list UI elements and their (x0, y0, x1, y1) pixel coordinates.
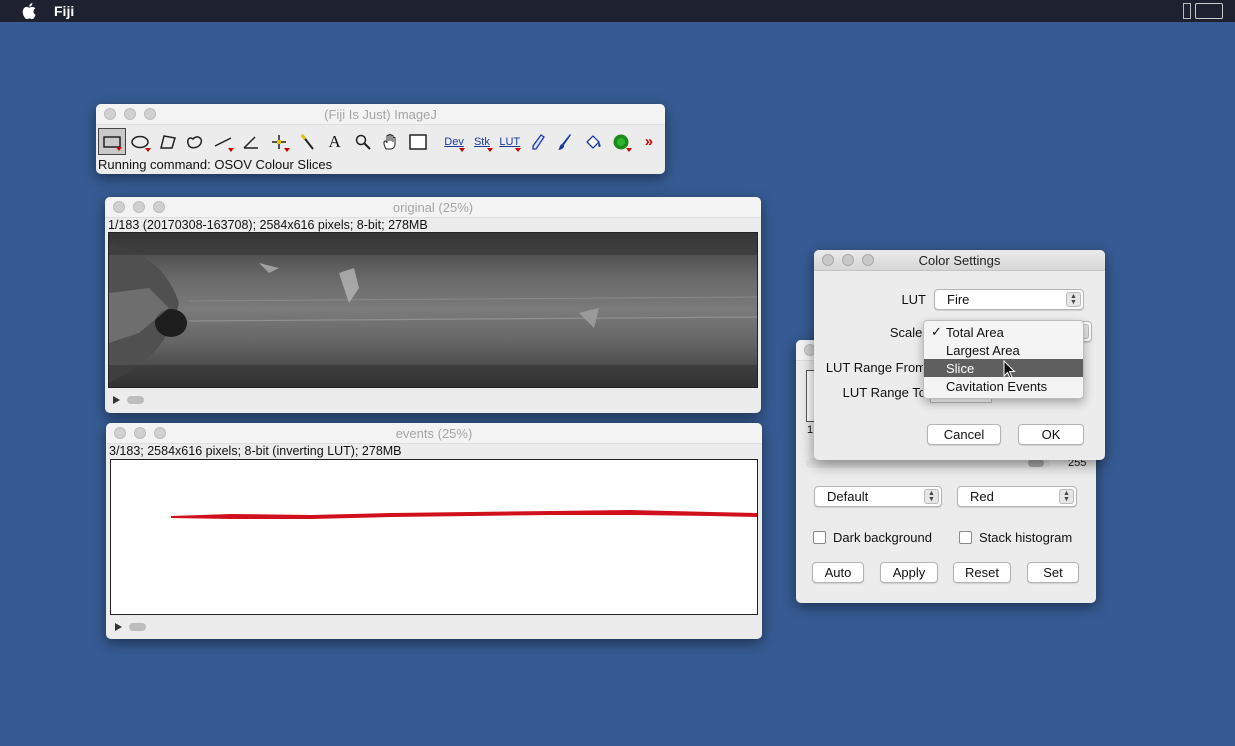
lut-range-from-label: LUT Range From (825, 360, 926, 375)
color-settings-titlebar[interactable]: Color Settings (814, 250, 1105, 271)
zoom-button[interactable] (144, 108, 156, 120)
imagej-titlebar[interactable]: (Fiji Is Just) ImageJ (96, 104, 665, 125)
color-picker-icon[interactable] (404, 128, 432, 155)
menu-extra-icon[interactable] (1183, 3, 1191, 19)
minimize-button[interactable] (133, 201, 145, 213)
events-slice-scrollbar[interactable] (110, 620, 758, 634)
scale-option-largest-area[interactable]: Largest Area (924, 341, 1083, 359)
text-tool-icon[interactable]: A (321, 128, 349, 155)
chevron-updown-icon: ▲▼ (1066, 292, 1081, 307)
set-button[interactable]: Set (1027, 562, 1079, 583)
chevron-updown-icon: ▲▼ (924, 489, 939, 504)
scale-option-total-area[interactable]: ✓ Total Area (924, 323, 1083, 341)
minimize-button[interactable] (134, 427, 146, 439)
point-tool-icon[interactable] (265, 128, 293, 155)
more-tools-icon[interactable]: » (635, 128, 663, 155)
method-select[interactable]: Default ▲ ▼ (814, 486, 942, 507)
stack-histogram-checkbox[interactable]: Stack histogram (959, 530, 1072, 545)
stk-menu-button[interactable]: Stk (468, 128, 496, 155)
original-title: original (25%) (392, 199, 474, 215)
polygon-tool-icon[interactable] (154, 128, 182, 155)
original-window: original (25%) 1/183 (20170308-163708); … (105, 197, 761, 413)
imagej-window: (Fiji Is Just) ImageJ A Dev Stk LUT » Ru… (96, 104, 665, 174)
events-image-canvas[interactable] (110, 459, 758, 615)
events-info: 3/183; 2584x616 pixels; 8-bit (inverting… (109, 444, 402, 458)
zoom-button[interactable] (154, 427, 166, 439)
lut-select[interactable]: Fire ▲ ▼ (934, 289, 1084, 310)
menu-app-name[interactable]: Fiji (54, 3, 74, 19)
close-button[interactable] (113, 201, 125, 213)
line-tool-icon[interactable] (209, 128, 237, 155)
hand-tool-icon[interactable] (376, 128, 404, 155)
play-icon[interactable] (115, 623, 122, 631)
scroll-thumb[interactable] (129, 623, 146, 631)
status-text: Running command: OSOV Colour Slices (98, 157, 333, 172)
zoom-button[interactable] (862, 254, 874, 266)
original-info: 1/183 (20170308-163708); 2584x616 pixels… (108, 218, 428, 232)
scroll-thumb[interactable] (127, 396, 144, 404)
angle-tool-icon[interactable] (237, 128, 265, 155)
magnifier-icon[interactable] (349, 128, 377, 155)
mouse-cursor-icon (1003, 360, 1016, 379)
pencil-icon[interactable] (524, 128, 552, 155)
lut-range-to-label: LUT Range To (842, 385, 926, 400)
dark-background-checkbox[interactable]: Dark background (813, 530, 932, 545)
imagej-toolbar: A Dev Stk LUT » (96, 125, 665, 155)
play-icon[interactable] (113, 396, 120, 404)
original-slice-scrollbar[interactable] (108, 393, 758, 407)
close-button[interactable] (822, 254, 834, 266)
scale-label: Scale: (889, 325, 926, 340)
minimize-button[interactable] (842, 254, 854, 266)
plugin-icon[interactable] (607, 128, 635, 155)
lut-menu-button[interactable]: LUT (496, 128, 524, 155)
zoom-button[interactable] (153, 201, 165, 213)
apple-icon[interactable] (20, 2, 38, 20)
auto-button[interactable]: Auto (812, 562, 864, 583)
apply-button[interactable]: Apply (880, 562, 938, 583)
dev-menu-button[interactable]: Dev (440, 128, 468, 155)
menu-bar: Fiji (0, 0, 1235, 22)
lut-label: LUT (901, 292, 926, 307)
events-titlebar[interactable]: events (25%) (106, 423, 762, 444)
imagej-title: (Fiji Is Just) ImageJ (324, 106, 437, 122)
oval-tool-icon[interactable] (126, 128, 154, 155)
close-button[interactable] (114, 427, 126, 439)
events-title: events (25%) (395, 425, 473, 441)
wand-tool-icon[interactable] (293, 128, 321, 155)
original-titlebar[interactable]: original (25%) (105, 197, 761, 218)
freehand-tool-icon[interactable] (182, 128, 210, 155)
checkmark-icon: ✓ (931, 324, 942, 339)
events-window: events (25%) 3/183; 2584x616 pixels; 8-b… (106, 423, 762, 639)
flood-fill-icon[interactable] (579, 128, 607, 155)
slider-thumb[interactable] (1028, 459, 1044, 467)
min-value-partial: 1 (807, 424, 814, 436)
chevron-updown-icon: ▲▼ (1059, 489, 1074, 504)
display-icon[interactable] (1195, 3, 1223, 19)
original-image-canvas[interactable] (108, 232, 758, 388)
close-button[interactable] (104, 108, 116, 120)
brush-icon[interactable] (552, 128, 580, 155)
ok-button[interactable]: OK (1018, 424, 1084, 445)
menu-extras (1183, 3, 1223, 19)
reset-button[interactable]: Reset (953, 562, 1011, 583)
rectangle-tool-icon[interactable] (98, 128, 126, 155)
color-select[interactable]: Red ▲ ▼ (957, 486, 1077, 507)
cancel-button[interactable]: Cancel (927, 424, 1001, 445)
minimize-button[interactable] (124, 108, 136, 120)
